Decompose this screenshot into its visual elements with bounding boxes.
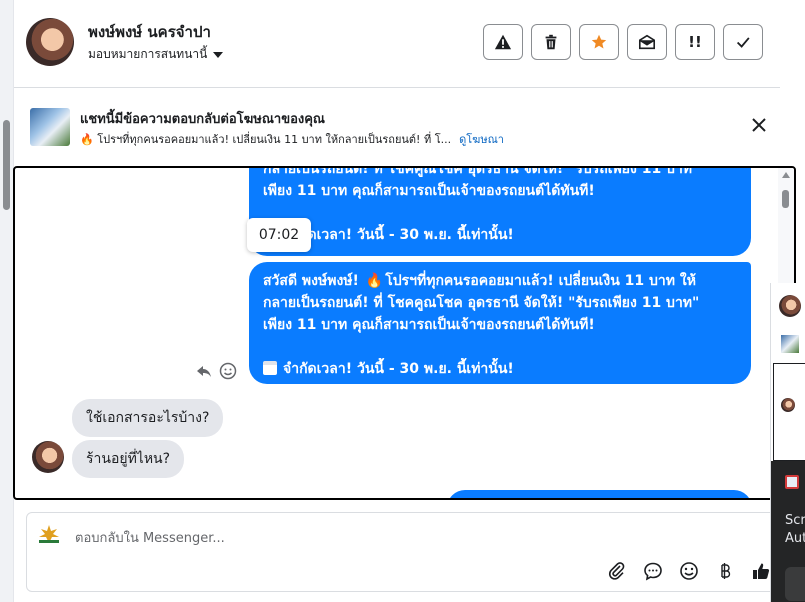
mark-unread-button[interactable] <box>627 24 667 60</box>
extension-text-line: Scr <box>785 513 805 528</box>
greeting-text: สวัสดี พงษ์พงษ์! <box>263 273 359 289</box>
double-exclamation-icon: !! <box>688 33 702 51</box>
contact-avatar-small[interactable] <box>32 441 64 473</box>
ad-banner-title: แชทนี้มีข้อความตอบกลับต่อโฆษณาของคุณ <box>80 112 325 127</box>
overlay-avatar-small[interactable] <box>781 398 795 412</box>
outgoing-message-bubble[interactable]: กลายเป็นรถยนต์! ที่ โชคคูณโชค อุดรธานี จ… <box>249 166 751 256</box>
calendar-icon <box>263 361 277 375</box>
trash-icon <box>545 34 557 50</box>
reply-input[interactable]: ตอบกลับใน Messenger... <box>75 527 225 548</box>
assign-label: มอบหมายการสนทนานี้ <box>88 47 208 61</box>
emoji-button[interactable] <box>677 559 701 583</box>
message-line: จำกัดเวลา! วันนี้ - 30 พ.ย. นี้เท่านั้น! <box>263 224 737 246</box>
message-line-text: โปรฯที่ทุกคนรอคอยมาแล้ว! เปลี่ยนเงิน 11 … <box>385 273 696 289</box>
overlay-ad-thumbnail[interactable] <box>781 335 799 353</box>
follow-up-button[interactable]: !! <box>675 24 715 60</box>
message-line: จำกัดเวลา! วันนี้ - 30 พ.ย. นี้เท่านั้น! <box>263 358 737 380</box>
message-thread[interactable]: กลายเป็นรถยนต์! ที่ โชคคูณโชค อุดรธานี จ… <box>13 166 796 500</box>
extension-icon[interactable] <box>785 475 799 489</box>
thumbs-up-icon <box>753 563 770 579</box>
message-line: เพียง 11 บาท คุณก็สามารถเป็นเจ้าของรถยนต… <box>263 183 595 199</box>
page-scrollbar-thumb[interactable] <box>3 120 10 210</box>
ad-preview-text: 🔥 โปรฯที่ทุกคนรอคอยมาแล้ว! เปลี่ยนเงิน 1… <box>80 133 452 146</box>
page-scrollbar[interactable] <box>0 0 14 602</box>
fire-icon: 🔥 <box>365 273 384 289</box>
outgoing-message-bubble[interactable]: สวัสดี พงษ์พงษ์! 🔥 โปรฯที่ทุกคนรอคอยมาแล้… <box>249 262 751 384</box>
thread-scrollbar-thumb[interactable] <box>782 190 789 208</box>
warning-triangle-icon <box>494 34 512 50</box>
payment-button[interactable] <box>713 559 737 583</box>
conversation-header: พงษ์พงษ์ นครจำปา มอบหมายการสนทนานี้ !! <box>14 0 780 88</box>
paperclip-icon <box>608 562 625 580</box>
message-line: กลายเป็นรถยนต์! ที่ โชคคูณโชค อุดรธานี จ… <box>263 295 700 311</box>
envelope-open-icon <box>638 34 656 50</box>
overlay-avatar[interactable] <box>779 295 801 317</box>
message-line-text: จำกัดเวลา! วันนี้ - 30 พ.ย. นี้เท่านั้น! <box>283 227 514 243</box>
extension-action-button[interactable] <box>785 567 805 601</box>
page-logo-icon <box>39 525 59 543</box>
checkmark-icon <box>736 37 750 48</box>
scroll-up-arrow-icon[interactable] <box>782 172 790 178</box>
assign-conversation-dropdown[interactable]: มอบหมายการสนทนานี้ <box>88 45 224 64</box>
message-line: สวัสดี พงษ์พงษ์! 🔥 โปรฯที่ทุกคนรอคอยมาแล้… <box>263 270 737 292</box>
ad-banner-subtitle: 🔥 โปรฯที่ทุกคนรอคอยมาแล้ว! เปลี่ยนเงิน 1… <box>80 130 504 148</box>
chat-bubble-icon <box>644 562 662 581</box>
side-overlay-panel: Scr Aut <box>770 283 805 602</box>
contact-name[interactable]: พงษ์พงษ์ นครจำปา <box>88 20 211 44</box>
attach-button[interactable] <box>605 559 629 583</box>
view-ad-link[interactable]: ดูโฆษณา <box>459 133 504 146</box>
smiley-react-icon[interactable] <box>219 362 237 380</box>
star-button[interactable] <box>579 24 619 60</box>
chevron-down-icon <box>213 51 224 58</box>
baht-icon <box>721 563 731 579</box>
contact-avatar[interactable] <box>26 18 74 66</box>
message-line <box>263 336 737 358</box>
incoming-message-bubble[interactable]: ร้านอยู่ที่ไหน? <box>72 440 185 478</box>
overlay-preview-box[interactable] <box>773 363 805 461</box>
message-line-text: จำกัดเวลา! วันนี้ - 30 พ.ย. นี้เท่านั้น! <box>283 361 514 377</box>
conversation-toolbar: !! <box>483 24 763 60</box>
message-line <box>263 202 737 224</box>
extension-text-line: Aut <box>785 531 805 546</box>
message-line: กลายเป็นรถยนต์! ที่ โชคคูณโชค อุดรธานี จ… <box>263 166 700 177</box>
emoji-icon <box>680 562 698 580</box>
incoming-message-bubble[interactable]: ใช้เอกสารอะไรบ้าง? <box>72 399 224 437</box>
mark-spam-button[interactable] <box>483 24 523 60</box>
message-line: เพียง 11 บาท คุณก็สามารถเป็นเจ้าของรถยนต… <box>263 317 595 333</box>
ad-reply-banner: แชทนี้มีข้อความตอบกลับต่อโฆษณาของคุณ 🔥 โ… <box>14 98 780 156</box>
saved-replies-button[interactable] <box>641 559 665 583</box>
reply-composer: ตอบกลับใน Messenger... <box>26 512 780 592</box>
star-icon <box>591 34 607 49</box>
ad-thumbnail[interactable] <box>30 108 70 146</box>
timestamp-tooltip: 07:02 <box>247 218 311 252</box>
outgoing-message-bubble[interactable] <box>447 490 752 498</box>
mark-done-button[interactable] <box>723 24 763 60</box>
close-icon[interactable] <box>750 116 768 134</box>
reply-icon[interactable] <box>195 362 213 380</box>
delete-button[interactable] <box>531 24 571 60</box>
inbox-conversation-view: พงษ์พงษ์ นครจำปา มอบหมายการสนทนานี้ !! แ… <box>0 0 805 602</box>
composer-actions <box>605 559 773 583</box>
